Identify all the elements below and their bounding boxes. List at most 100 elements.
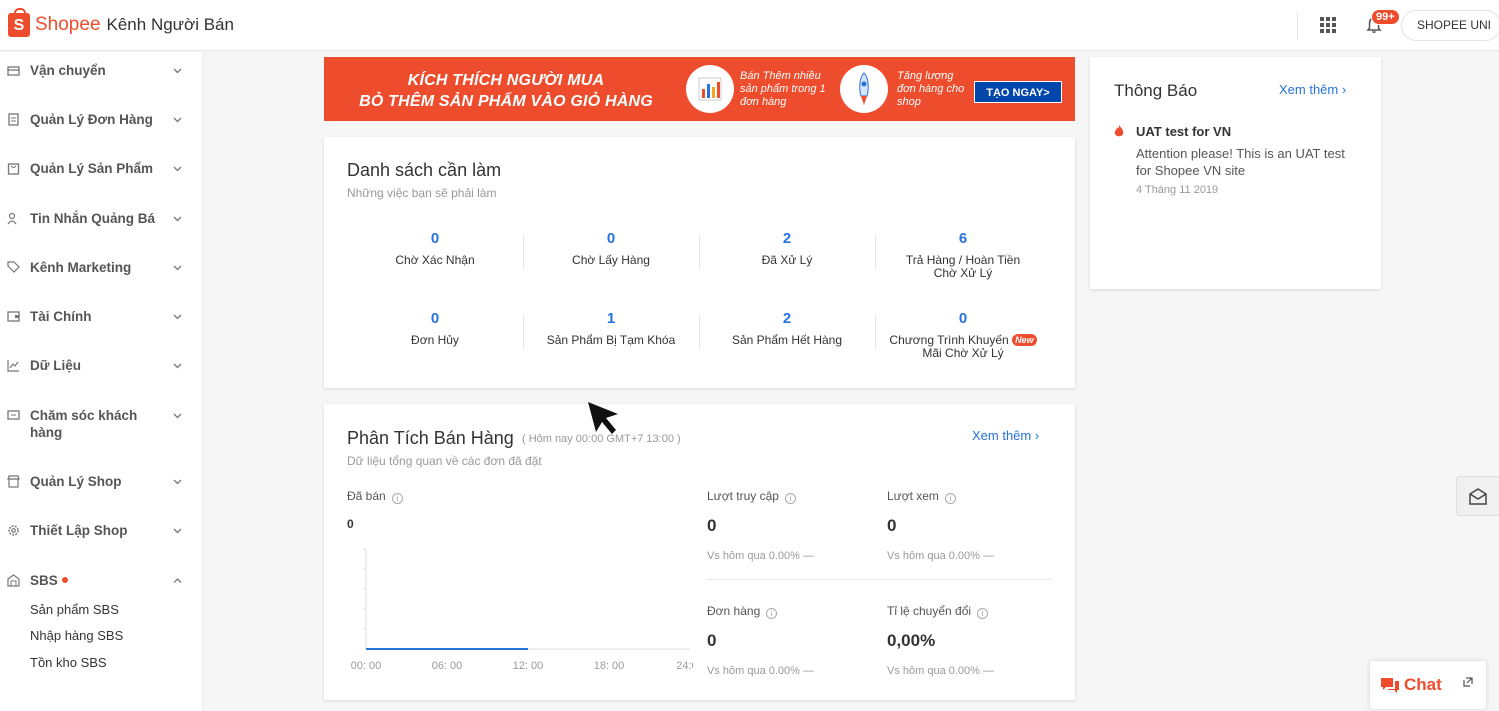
shopee-logo[interactable]: S Shopee Kênh Người Bán — [8, 8, 234, 37]
divider — [707, 579, 1052, 580]
metric-orders: Đơn hàng i 0 Vs hôm qua 0.00% — — [707, 604, 815, 677]
notification-badge: 99+ — [1371, 9, 1400, 25]
floating-mail-button[interactable] — [1456, 476, 1499, 516]
promo-banner[interactable]: KÍCH THÍCH NGƯỜI MUA BỎ THÊM SẢN PHẨM VÀ… — [324, 57, 1075, 121]
sales-subtitle: Dữ liệu tổng quan về các đơn đã đặt — [347, 454, 542, 468]
x-tick-label: 24:00 — [676, 660, 693, 672]
notice-more-link[interactable]: Xem thêm › — [1279, 82, 1346, 97]
notice-item-body: Attention please! This is an UAT test fo… — [1136, 146, 1345, 178]
apps-grid-icon[interactable] — [1320, 17, 1336, 33]
user-account-button[interactable]: SHOPEE UNI — [1401, 10, 1499, 41]
x-tick-label: 12: 00 — [513, 660, 544, 672]
info-icon[interactable]: i — [977, 608, 989, 619]
bag-icon — [7, 163, 20, 175]
bar-chart-icon — [686, 65, 734, 113]
chevron-down-icon — [173, 479, 182, 485]
sidebar-item-finance[interactable]: Tài Chính — [0, 308, 203, 328]
sidebar-item-customer-care[interactable]: Chăm sóc khách hàng — [0, 407, 203, 443]
info-icon[interactable]: i — [391, 493, 403, 504]
todo-out-of-stock[interactable]: 2 Sản Phẩm Hết Hàng — [699, 310, 875, 347]
new-badge: New — [1012, 334, 1037, 346]
todo-pending-confirm[interactable]: 0 Chờ Xác Nhận — [347, 230, 523, 267]
sold-value: 0 — [347, 517, 354, 531]
info-icon[interactable]: i — [944, 493, 956, 504]
clipboard-icon — [8, 113, 19, 126]
sales-title: Phân Tích Bán Hàng — [347, 428, 514, 448]
chevron-down-icon — [173, 166, 182, 172]
chat-widget[interactable]: Chat — [1370, 661, 1486, 709]
sidebar-item-broadcast[interactable]: Tin Nhắn Quảng Bá — [0, 210, 203, 230]
notice-item-date: 4 Tháng 11 2019 — [1136, 184, 1219, 196]
sidebar-item-shop-management[interactable]: Quản Lý Shop — [0, 473, 203, 493]
sidebar-item-marketing[interactable]: Kênh Marketing — [0, 259, 203, 279]
support-icon — [7, 410, 20, 420]
chevron-down-icon — [173, 216, 182, 222]
sidebar-item-orders[interactable]: Quản Lý Đơn Hàng — [0, 111, 203, 131]
header-divider — [1297, 12, 1298, 40]
portal-title: Kênh Người Bán — [106, 15, 234, 34]
chevron-down-icon — [173, 363, 182, 369]
sidebar-subitem-sbs-inbound[interactable]: Nhập hàng SBS — [30, 628, 123, 643]
todo-pending-pickup[interactable]: 0 Chờ Lấy Hàng — [523, 230, 699, 267]
sidebar-item-label: Quản Lý Sản Phẩm — [30, 161, 154, 176]
mouse-cursor-icon — [588, 402, 618, 434]
expand-icon[interactable] — [1462, 676, 1474, 688]
sidebar-subitem-sbs-products[interactable]: Sản phẩm SBS — [30, 602, 119, 617]
sidebar-item-label: Quản Lý Shop — [30, 474, 122, 489]
sidebar-item-label: Vận chuyển — [30, 63, 106, 78]
todo-cancelled[interactable]: 0 Đơn Hủy — [347, 310, 523, 347]
chevron-down-icon — [173, 528, 182, 534]
info-icon[interactable]: i — [766, 608, 778, 619]
chart-line-icon — [7, 360, 19, 372]
sidebar-item-products[interactable]: Quản Lý Sản Phẩm — [0, 160, 203, 180]
chevron-up-icon — [173, 578, 182, 583]
top-header: S Shopee Kênh Người Bán 99+ SHOPEE UNI — [0, 0, 1499, 51]
chevron-right-icon: › — [1341, 82, 1347, 97]
sidebar-subitem-sbs-inventory[interactable]: Tồn kho SBS — [30, 655, 107, 670]
sidebar-item-shipping[interactable]: Vận chuyển — [0, 62, 203, 82]
sidebar: Vận chuyển Quản Lý Đơn Hàng Quản Lý Sản … — [0, 52, 203, 711]
create-now-button[interactable]: TẠO NGAY> — [974, 81, 1062, 103]
shop-icon — [7, 475, 20, 488]
sold-metric: Đã bán i — [347, 489, 403, 504]
mail-icon — [1469, 488, 1487, 505]
info-icon[interactable]: i — [784, 493, 796, 504]
banner-feature-1: Bán Thêm nhiều sản phẩm trong 1 đơn hàng — [740, 70, 826, 108]
todo-promotions[interactable]: 0 Chương Trình Khuyến New Mãi Chờ Xử Lý — [875, 310, 1051, 360]
banner-feature-2: Tăng lượng đơn hàng cho shop — [897, 70, 965, 108]
wallet-icon — [7, 311, 20, 322]
chevron-down-icon — [173, 68, 182, 74]
chevron-right-icon: › — [1034, 428, 1040, 443]
chevron-down-icon — [173, 265, 182, 271]
x-tick-label: 18: 00 — [594, 660, 625, 672]
sales-more-link[interactable]: Xem thêm › — [972, 428, 1039, 443]
sidebar-item-shop-settings[interactable]: Thiết Lập Shop — [0, 522, 203, 542]
todo-return-refund[interactable]: 6 Trả Hàng / Hoàn Tiền Chờ Xử Lý — [875, 230, 1051, 280]
fire-icon — [1114, 125, 1124, 137]
tag-icon — [7, 261, 20, 273]
metric-conversion: Tỉ lệ chuyển đổi i 0,00% Vs hôm qua 0.00%… — [887, 604, 995, 677]
rocket-icon — [840, 65, 888, 113]
notice-title: Thông Báo — [1114, 81, 1198, 100]
sidebar-item-sbs[interactable]: SBS — [0, 572, 203, 592]
users-icon — [7, 212, 17, 225]
gear-icon — [8, 525, 19, 536]
banner-headline: KÍCH THÍCH NGƯỜI MUA BỎ THÊM SẢN PHẨM VÀ… — [359, 72, 653, 110]
chat-bubble-icon — [1381, 678, 1399, 693]
sidebar-item-data[interactable]: Dữ Liệu — [0, 357, 203, 377]
todo-processed[interactable]: 2 Đã Xử Lý — [699, 230, 875, 267]
shopee-bag-icon: S — [8, 8, 30, 37]
warehouse-icon — [7, 574, 20, 587]
banner-pagination[interactable] — [684, 114, 714, 121]
chevron-down-icon — [173, 314, 182, 320]
todo-title: Danh sách cần làm — [347, 160, 502, 180]
sidebar-item-label: Dữ Liệu — [30, 358, 82, 373]
sidebar-item-label: Tài Chính — [30, 309, 92, 324]
metric-visits: Lượt truy cập i 0 Vs hôm qua 0.00% — — [707, 489, 815, 562]
todo-card: Danh sách cần làm Những việc bạn sẽ phải… — [324, 137, 1075, 388]
notice-item-title[interactable]: UAT test for VN — [1136, 124, 1231, 139]
brand-name: Shopee — [35, 14, 101, 35]
sidebar-item-label: Chăm sóc khách hàng — [30, 408, 138, 440]
todo-locked-products[interactable]: 1 Sản Phẩm Bị Tạm Khóa — [523, 310, 699, 347]
sidebar-item-label: Thiết Lập Shop — [30, 523, 128, 538]
